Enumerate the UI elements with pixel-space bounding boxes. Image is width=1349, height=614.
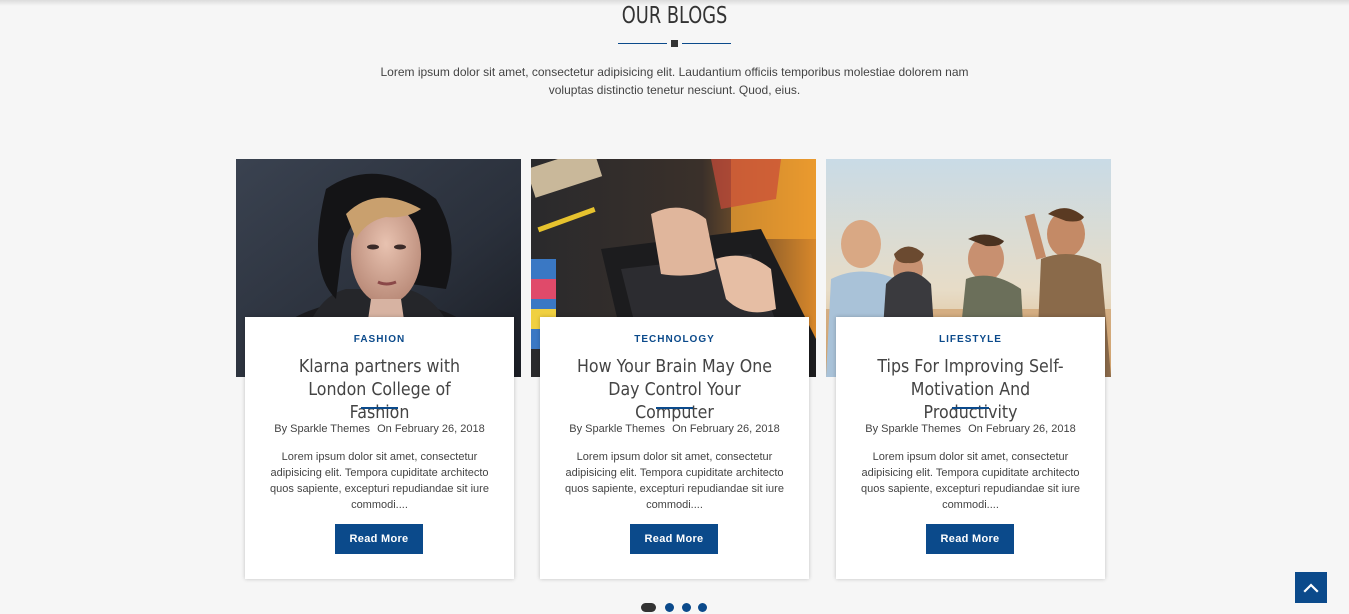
post-excerpt: Lorem ipsum dolor sit amet, consectetur … [565, 451, 784, 511]
carousel-dot-2[interactable] [665, 603, 674, 612]
carousel-dot-4[interactable] [698, 603, 707, 612]
post-title[interactable]: How Your Brain May One Day Control Your … [574, 355, 776, 424]
post-category[interactable]: FASHION [245, 334, 514, 345]
post-date: On February 26, 2018 [672, 423, 780, 435]
post-excerpt: Lorem ipsum dolor sit amet, consectetur … [861, 451, 1080, 511]
section-title: OUR BLOGS [621, 3, 728, 29]
post-author[interactable]: By Sparkle Themes [569, 423, 665, 435]
section-intro: Lorem ipsum dolor sit amet, consectetur … [380, 65, 969, 97]
post-author[interactable]: By Sparkle Themes [865, 423, 961, 435]
read-more-button[interactable]: Read More [630, 524, 718, 554]
scroll-to-top-button[interactable] [1295, 572, 1327, 603]
carousel-dot-1[interactable] [641, 603, 656, 612]
post-excerpt: Lorem ipsum dolor sit amet, consectetur … [270, 451, 489, 511]
post-date: On February 26, 2018 [968, 423, 1076, 435]
post-author[interactable]: By Sparkle Themes [274, 423, 370, 435]
chevron-up-icon [1303, 583, 1319, 593]
blog-card: FASHION Klarna partners with London Coll… [245, 317, 514, 579]
post-title[interactable]: Tips For Improving Self-Motivation And P… [870, 355, 1072, 424]
title-separator [618, 40, 731, 48]
post-date: On February 26, 2018 [377, 423, 485, 435]
post-category[interactable]: TECHNOLOGY [540, 334, 809, 345]
title-underline [952, 407, 989, 409]
post-category[interactable]: LIFESTYLE [836, 334, 1105, 345]
blog-card: TECHNOLOGY How Your Brain May One Day Co… [540, 317, 809, 579]
post-title[interactable]: Klarna partners with London College of F… [279, 355, 481, 424]
read-more-button[interactable]: Read More [926, 524, 1014, 554]
post-meta: By Sparkle Themes On February 26, 2018 [245, 423, 514, 435]
carousel-dot-3[interactable] [682, 603, 691, 612]
blog-card: LIFESTYLE Tips For Improving Self-Motiva… [836, 317, 1105, 579]
post-meta: By Sparkle Themes On February 26, 2018 [836, 423, 1105, 435]
post-meta: By Sparkle Themes On February 26, 2018 [540, 423, 809, 435]
title-underline [361, 407, 398, 409]
read-more-button[interactable]: Read More [335, 524, 423, 554]
title-underline [656, 407, 693, 409]
